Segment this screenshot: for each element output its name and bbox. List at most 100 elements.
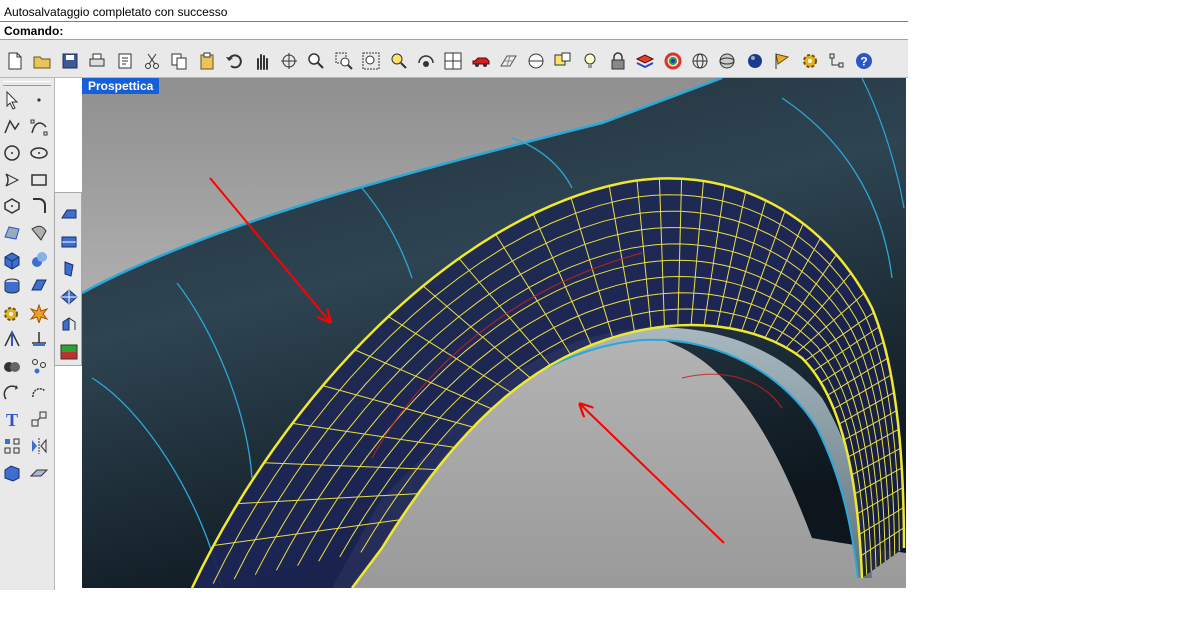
zoom-extents-button[interactable] [359,49,383,73]
rendered-sphere-icon [747,54,762,68]
array-button[interactable] [0,434,24,458]
save-icon [62,53,78,69]
svg-text:?: ? [861,55,868,69]
surface-network-icon [60,289,78,305]
command-line[interactable]: Comando: [0,22,908,40]
color-wheel-icon [664,52,682,70]
ellipse-button[interactable] [27,141,51,165]
perspective-viewport[interactable]: Prospettica [82,78,906,588]
select-points-button[interactable] [825,49,849,73]
wireframe-sphere-icon [692,53,708,69]
sphere-solid-button[interactable] [27,248,51,272]
select-arrow-button[interactable] [0,88,24,112]
project-button[interactable] [27,327,51,351]
paste-button[interactable] [195,49,219,73]
loft-surface-button[interactable] [27,221,51,245]
help-button[interactable]: ? [852,49,876,73]
points-cloud-button[interactable] [27,354,51,378]
left-toolbar: T [0,78,55,590]
print-icon [89,53,105,67]
grid-icon [500,55,518,67]
rotate-view-button[interactable] [277,49,301,73]
plane-surface-button[interactable] [27,274,51,298]
toolbar-grip[interactable] [3,81,51,86]
lock-icon [611,52,625,70]
zoom-selected-icon [391,53,407,69]
named-views-button[interactable] [414,49,438,73]
zoom-selected-button[interactable] [387,49,411,73]
shaded-sphere-icon [719,53,735,69]
mirror-button[interactable] [27,434,51,458]
explode-button[interactable] [27,301,51,325]
box-solid-icon [4,252,20,270]
shaded-sphere-button[interactable] [715,49,739,73]
rendered-sphere-button[interactable] [743,49,767,73]
save-button[interactable] [58,49,82,73]
scale-icon [31,411,47,427]
curve-points-button[interactable] [27,115,51,139]
surface-network-button[interactable] [57,285,81,309]
mirror-icon [32,437,47,454]
car-button[interactable] [469,49,493,73]
cylinder-solid-icon [4,278,20,294]
copy-button[interactable] [167,49,191,73]
text-button[interactable]: T [0,407,24,431]
extrude-icon [4,465,20,482]
split-button[interactable] [0,327,24,351]
dimension-icon [29,469,49,477]
surface-edge-button[interactable] [57,230,81,254]
surface-patch-button[interactable] [57,257,81,281]
car-icon [472,57,490,67]
zoom-button[interactable] [304,49,328,73]
properties-button[interactable] [113,49,137,73]
light-bulb-button[interactable] [578,49,602,73]
polygon-button[interactable] [0,194,24,218]
four-viewports-button[interactable] [441,49,465,73]
cplane-icon [528,53,544,69]
pan-hand-icon [256,54,268,70]
zoom-window-button[interactable] [332,49,356,73]
grid-button[interactable] [496,49,520,73]
boolean-button[interactable] [0,354,24,378]
print-button[interactable] [85,49,109,73]
dimension-button[interactable] [27,460,51,484]
surface-blend-button[interactable] [57,312,81,336]
color-wheel-button[interactable] [661,49,685,73]
settings-gear-button[interactable] [798,49,822,73]
box-solid-button[interactable] [0,248,24,272]
main-toolbar: ? [0,40,908,78]
undo-button[interactable] [222,49,246,73]
scale-button[interactable] [27,407,51,431]
rotate-button[interactable] [0,381,24,405]
arc-button[interactable] [0,168,24,192]
surface-blend-icon [62,317,76,331]
cylinder-solid-button[interactable] [0,274,24,298]
extrude-button[interactable] [0,460,24,484]
rectangle-button[interactable] [27,168,51,192]
split-icon [4,330,20,347]
wireframe-sphere-button[interactable] [688,49,712,73]
circle-button[interactable] [0,141,24,165]
cplane-button[interactable] [524,49,548,73]
svg-text:T: T [6,410,18,429]
rotate-icon [3,384,18,400]
surface-analysis-button[interactable] [57,340,81,364]
new-file-button[interactable] [3,49,27,73]
viewport-title[interactable]: Prospettica [82,78,160,94]
pan-hand-button[interactable] [250,49,274,73]
command-input[interactable] [66,23,886,37]
point-button[interactable] [27,88,51,112]
arc-rotate-button[interactable] [27,381,51,405]
layer-button[interactable] [633,49,657,73]
cut-button[interactable] [140,49,164,73]
osnap-button[interactable] [551,49,575,73]
flag-button[interactable] [770,49,794,73]
gear-tool-button[interactable] [0,301,24,325]
polyline-button[interactable] [0,115,24,139]
open-folder-button[interactable] [30,49,54,73]
surface-extrude-button[interactable] [57,202,81,226]
sphere-solid-icon [32,251,47,267]
surface-points-button[interactable] [0,221,24,245]
lock-button[interactable] [606,49,630,73]
fillet-curve-button[interactable] [27,194,51,218]
